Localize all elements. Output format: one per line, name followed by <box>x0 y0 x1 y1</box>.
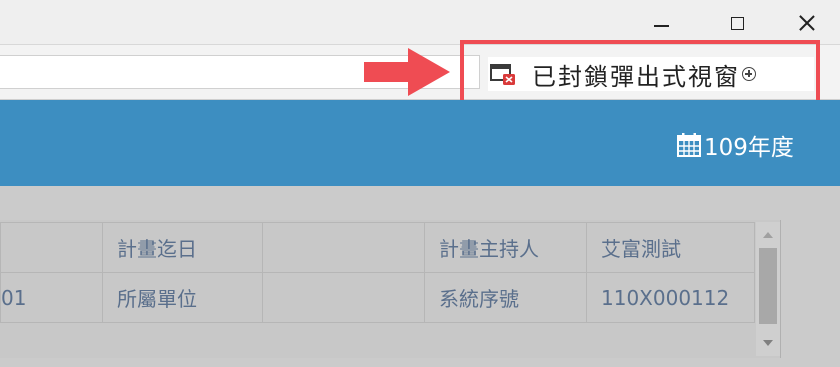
close-button[interactable] <box>786 8 828 38</box>
minimize-button[interactable] <box>640 8 682 38</box>
table-cell: 01 <box>0 272 103 323</box>
minimize-icon <box>653 25 669 27</box>
year-label: 109年度 <box>704 135 794 161</box>
table-row: 01 所屬單位 系統序號 110X000112 <box>0 272 755 323</box>
table-cell <box>0 222 103 273</box>
calendar-icon <box>677 133 701 157</box>
annotation-arrow-icon <box>364 48 450 96</box>
maximize-button[interactable] <box>716 8 758 38</box>
scroll-down-icon[interactable] <box>763 340 773 346</box>
table-cell: 系統序號 <box>424 272 587 323</box>
table-cell: 艾富測試 <box>586 222 755 273</box>
table-cell <box>262 272 425 323</box>
scroll-thumb[interactable] <box>759 248 777 324</box>
scroll-up-icon[interactable] <box>763 232 773 238</box>
maximize-icon <box>730 16 744 30</box>
table-row: 計畫迄日 計畫主持人 艾富測試 <box>0 222 755 273</box>
table-cell: 計畫主持人 <box>424 222 587 273</box>
close-icon <box>799 15 815 31</box>
window-titlebar <box>0 0 840 44</box>
table-cell: 110X000112 <box>586 272 755 323</box>
table-cell <box>262 222 425 273</box>
table-cell: 所屬單位 <box>102 272 263 323</box>
year-selector[interactable]: 109年度 <box>676 128 794 162</box>
vertical-scrollbar[interactable] <box>756 222 780 356</box>
table-cell: 計畫迄日 <box>102 222 263 273</box>
annotation-highlight-box <box>460 40 820 108</box>
project-info-table: 計畫迄日 計畫主持人 艾富測試 01 所屬單位 系統序號 110X000112 <box>0 222 755 323</box>
browser-screenshot: 已封鎖彈出式視窗 109年度 計畫迄日 計畫主持人 艾富測試 01 所屬單位 系… <box>0 0 840 367</box>
